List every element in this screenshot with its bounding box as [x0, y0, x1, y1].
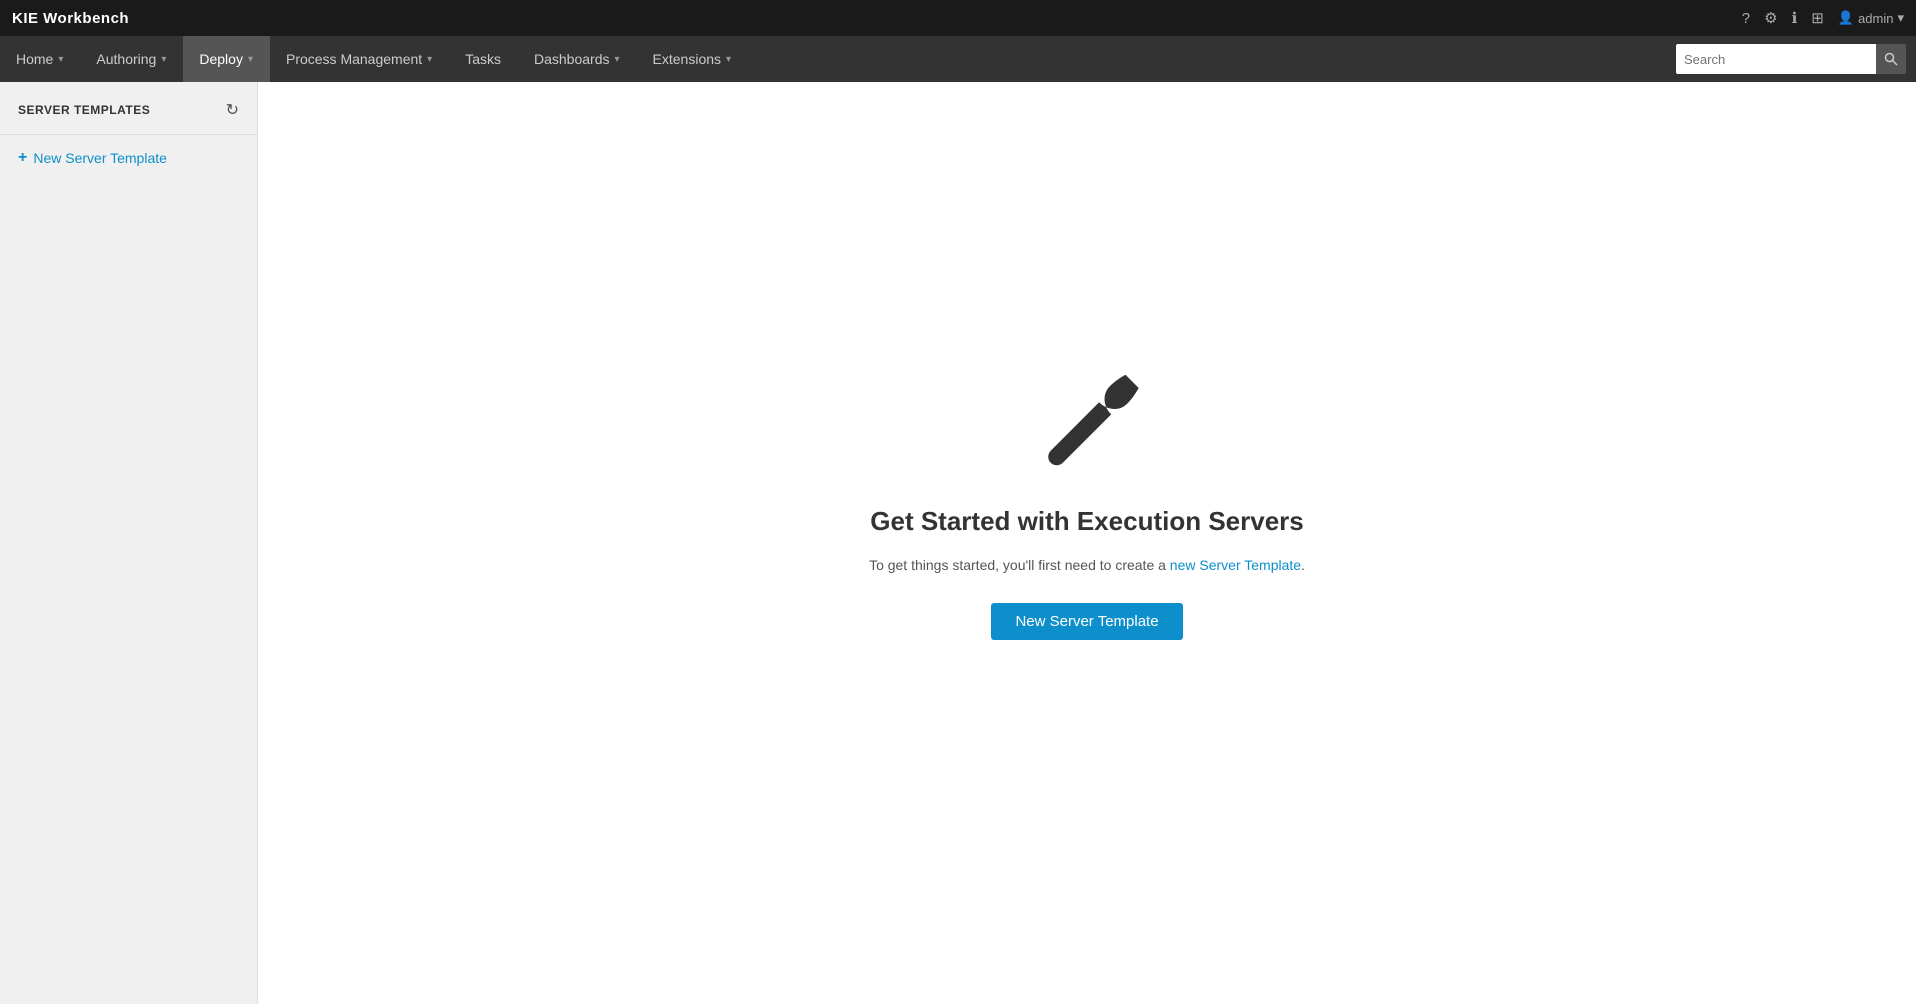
topbar-icons-group: ? ⚙ ℹ ⊞ 👤 admin ▾ — [1742, 9, 1904, 27]
nav-extensions-chevron-icon: ▾ — [726, 54, 731, 65]
search-icon — [1884, 52, 1898, 66]
nav-authoring-label: Authoring — [96, 51, 156, 67]
description-prefix: To get things started, you'll first need… — [869, 557, 1170, 573]
layout: SERVER TEMPLATES ↻ + New Server Template… — [0, 82, 1916, 1004]
wrench-icon — [1032, 366, 1142, 476]
nav-deploy-chevron-icon: ▾ — [248, 54, 253, 65]
gear-icon[interactable]: ⚙ — [1764, 9, 1777, 27]
nav-item-process-management[interactable]: Process Management ▾ — [270, 36, 449, 82]
refresh-icon[interactable]: ↻ — [226, 100, 239, 120]
nav-dashboards-label: Dashboards — [534, 51, 610, 67]
grid-icon[interactable]: ⊞ — [1811, 9, 1824, 27]
nav-home-label: Home — [16, 51, 53, 67]
nav-item-tasks[interactable]: Tasks — [449, 36, 518, 82]
nav-item-deploy[interactable]: Deploy ▾ — [183, 36, 270, 82]
nav-item-dashboards[interactable]: Dashboards ▾ — [518, 36, 637, 82]
main-content: Get Started with Execution Servers To ge… — [258, 82, 1916, 1004]
nav-process-management-label: Process Management — [286, 51, 422, 67]
new-server-template-link[interactable]: + New Server Template — [0, 135, 257, 181]
admin-chevron-icon: ▾ — [1897, 10, 1904, 26]
nav-item-home[interactable]: Home ▾ — [0, 36, 80, 82]
new-server-template-button[interactable]: New Server Template — [991, 603, 1182, 640]
nav-authoring-chevron-icon: ▾ — [161, 54, 166, 65]
nav-deploy-label: Deploy — [199, 51, 243, 67]
user-icon: 👤 — [1838, 10, 1854, 26]
app-logo: KIE Workbench — [12, 10, 129, 27]
main-description: To get things started, you'll first need… — [869, 557, 1305, 573]
search-form — [1666, 36, 1916, 82]
sidebar-header: SERVER TEMPLATES ↻ — [0, 100, 257, 135]
info-icon[interactable]: ℹ — [1792, 9, 1798, 27]
plus-icon: + — [18, 149, 27, 167]
sidebar: SERVER TEMPLATES ↻ + New Server Template — [0, 82, 258, 1004]
main-heading: Get Started with Execution Servers — [870, 506, 1303, 537]
admin-label: admin — [1858, 11, 1893, 26]
nav-home-chevron-icon: ▾ — [58, 54, 63, 65]
topbar: KIE Workbench ? ⚙ ℹ ⊞ 👤 admin ▾ — [0, 0, 1916, 36]
sidebar-title: SERVER TEMPLATES — [18, 103, 150, 117]
new-server-template-inline-link[interactable]: new Server Template — [1170, 557, 1301, 573]
nav-dashboards-chevron-icon: ▾ — [615, 54, 620, 65]
new-template-label: New Server Template — [33, 150, 167, 166]
search-input[interactable] — [1676, 44, 1876, 74]
nav-process-management-chevron-icon: ▾ — [427, 54, 432, 65]
search-button[interactable] — [1876, 44, 1906, 74]
admin-menu[interactable]: 👤 admin ▾ — [1838, 10, 1904, 26]
nav-items: Home ▾ Authoring ▾ Deploy ▾ Process Mana… — [0, 36, 1666, 82]
navbar: Home ▾ Authoring ▾ Deploy ▾ Process Mana… — [0, 36, 1916, 82]
nav-extensions-label: Extensions — [653, 51, 721, 67]
nav-item-extensions[interactable]: Extensions ▾ — [637, 36, 749, 82]
nav-item-authoring[interactable]: Authoring ▾ — [80, 36, 183, 82]
nav-tasks-label: Tasks — [465, 51, 501, 67]
description-suffix: . — [1301, 557, 1305, 573]
help-icon[interactable]: ? — [1742, 10, 1750, 27]
